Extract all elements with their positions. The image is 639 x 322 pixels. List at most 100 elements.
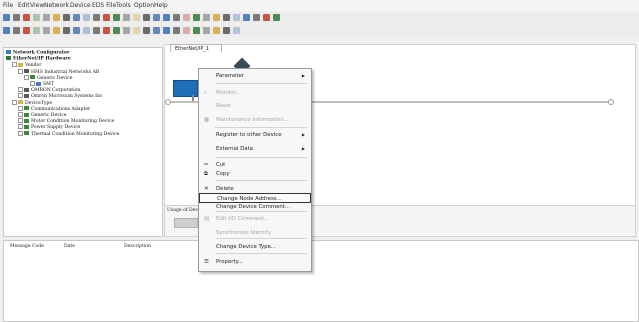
tree-item[interactable]: Power Supply Device: [18, 124, 80, 130]
menu-item-property[interactable]: ☰ Property...: [199, 257, 311, 267]
toolbar-button-icon[interactable]: [33, 27, 40, 34]
toolbar-button-icon[interactable]: [233, 14, 240, 21]
toolbar-button-icon[interactable]: [263, 14, 270, 21]
expand-toggle-icon[interactable]: [18, 87, 23, 93]
toolbar-button-icon[interactable]: [23, 27, 30, 34]
toolbar-button-icon[interactable]: [233, 27, 240, 34]
expand-toggle-icon[interactable]: [24, 74, 29, 80]
toolbar-button-icon[interactable]: [163, 14, 170, 21]
expand-toggle-icon[interactable]: [18, 105, 23, 111]
toolbar-button-icon[interactable]: [143, 27, 150, 34]
toolbar-button-icon[interactable]: [173, 14, 180, 21]
menu-item-parameter[interactable]: Parameter ▶: [199, 71, 311, 81]
toolbar-button-icon[interactable]: [153, 14, 160, 21]
tree-item[interactable]: Vendor: [12, 62, 41, 68]
tab-ethernet-ip[interactable]: EtherNet/IP_1: [170, 44, 222, 52]
toolbar-button-icon[interactable]: [103, 27, 110, 34]
tree-item[interactable]: Thermal Condition Monitoring Device: [18, 130, 119, 137]
toolbar-button-icon[interactable]: [223, 27, 230, 34]
toolbar-button-icon[interactable]: [43, 14, 50, 21]
toolbar-button-icon[interactable]: [83, 27, 90, 34]
menu-item-copy[interactable]: ⧉ Copy: [199, 169, 311, 179]
toolbar-button-icon[interactable]: [23, 14, 30, 21]
toolbar-button-icon[interactable]: [193, 27, 200, 34]
toolbar-button-icon[interactable]: [123, 27, 130, 34]
tree-item[interactable]: Generic Device: [24, 74, 73, 81]
toolbar-button-icon[interactable]: [73, 27, 80, 34]
expand-toggle-icon[interactable]: [18, 124, 23, 130]
tree-item[interactable]: SMT: [30, 81, 54, 87]
toolbar-button-icon[interactable]: [183, 27, 190, 34]
tree-item[interactable]: OMRON Corporation: [18, 87, 80, 93]
menu-device[interactable]: Device: [70, 2, 91, 9]
toolbar-button-icon[interactable]: [113, 27, 120, 34]
toolbar-button-icon[interactable]: [13, 14, 20, 21]
expand-toggle-icon[interactable]: [30, 81, 35, 86]
toolbar-button-icon[interactable]: [193, 14, 200, 21]
menu-view[interactable]: View: [30, 2, 44, 9]
menu-eds-file[interactable]: EDS File: [92, 2, 116, 9]
submenu-arrow-icon: ▶: [301, 146, 305, 151]
toolbar-button-icon[interactable]: [13, 27, 20, 34]
tree-item[interactable]: DeviceType: [12, 99, 52, 106]
tree-item[interactable]: Motor Condition Monitoring Device: [18, 118, 114, 124]
tree-item[interactable]: Generic Device: [18, 112, 67, 118]
menu-edit[interactable]: Edit: [18, 2, 30, 9]
expand-toggle-icon[interactable]: [18, 118, 23, 124]
toolbar-button-icon[interactable]: [53, 27, 60, 34]
menu-item-reset: Reset: [199, 101, 311, 111]
toolbar-button-icon[interactable]: [3, 14, 10, 21]
menu-item-register-to-other-device[interactable]: Register to other Device ▶: [199, 130, 311, 140]
toolbar-button-icon[interactable]: [113, 14, 120, 21]
expand-toggle-icon[interactable]: [18, 68, 23, 74]
toolbar-button-icon[interactable]: [63, 14, 70, 21]
toolbar-button-icon[interactable]: [123, 14, 130, 21]
menu-item-change-device-type[interactable]: Change Device Type...: [199, 242, 311, 252]
toolbar-button-icon[interactable]: [83, 14, 90, 21]
expand-toggle-icon[interactable]: [18, 130, 23, 136]
tree-item[interactable]: Communications Adapter: [18, 105, 90, 112]
toolbar-button-icon[interactable]: [223, 14, 230, 21]
menu-network[interactable]: Network: [44, 2, 69, 9]
tree-item[interactable]: HMS Industrial Networks AB: [18, 68, 99, 75]
expand-toggle-icon[interactable]: [18, 112, 23, 117]
toolbar-button-icon[interactable]: [173, 27, 180, 34]
toolbar-button-icon[interactable]: [103, 14, 110, 21]
menu-item-change-device-comment[interactable]: Change Device Comment...: [199, 202, 311, 212]
expand-toggle-icon[interactable]: [12, 62, 17, 68]
toolbar-button-icon[interactable]: [203, 27, 210, 34]
menu-help[interactable]: Help: [154, 2, 168, 9]
toolbar-button-icon[interactable]: [43, 27, 50, 34]
expand-toggle-icon[interactable]: [12, 99, 17, 105]
toolbar-button-icon[interactable]: [273, 14, 280, 21]
menu-item-external-data[interactable]: External Data ▶: [199, 144, 311, 154]
device-node-icon[interactable]: [173, 80, 198, 97]
menu-tools[interactable]: Tools: [116, 2, 131, 9]
toolbar-button-icon[interactable]: [213, 14, 220, 21]
usage-button[interactable]: [174, 218, 198, 228]
toolbar-button-icon[interactable]: [93, 27, 100, 34]
tree-item[interactable]: EtherNet/IP Hardware: [6, 56, 71, 62]
toolbar-button-icon[interactable]: [63, 27, 70, 34]
column-date: Date: [64, 244, 75, 249]
toolbar-button-icon[interactable]: [213, 27, 220, 34]
toolbar-button-icon[interactable]: [3, 27, 10, 34]
menu-option[interactable]: Option: [134, 2, 154, 9]
tree-item[interactable]: Network Configurator: [6, 50, 69, 56]
toolbar-button-icon[interactable]: [53, 14, 60, 21]
toolbar-button-icon[interactable]: [163, 27, 170, 34]
toolbar-button-icon[interactable]: [183, 14, 190, 21]
toolbar-button-icon[interactable]: [143, 14, 150, 21]
toolbar-button-icon[interactable]: [133, 27, 140, 34]
menu-file[interactable]: File: [3, 2, 13, 9]
toolbar-button-icon[interactable]: [203, 14, 210, 21]
expand-toggle-icon[interactable]: [18, 93, 23, 99]
tree-item[interactable]: Omron Microscan Systems Inc: [18, 93, 102, 99]
toolbar-button-icon[interactable]: [243, 14, 250, 21]
toolbar-button-icon[interactable]: [93, 14, 100, 21]
toolbar-button-icon[interactable]: [33, 14, 40, 21]
toolbar-button-icon[interactable]: [133, 14, 140, 21]
toolbar-button-icon[interactable]: [253, 14, 260, 21]
toolbar-button-icon[interactable]: [153, 27, 160, 34]
toolbar-button-icon[interactable]: [73, 14, 80, 21]
